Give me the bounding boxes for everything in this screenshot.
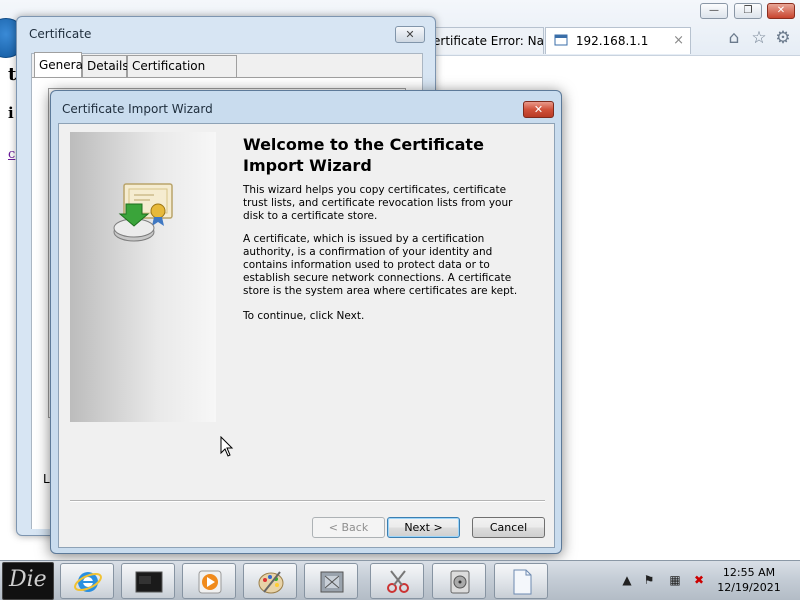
browser-maximize-button[interactable]: ❐ [734,3,762,19]
tab-close-icon[interactable]: × [673,28,684,54]
disk-icon [450,570,470,594]
certificate-import-wizard-dialog: Certificate Import Wizard ✕ Welcome to t… [50,90,562,554]
media-player-icon [198,570,222,594]
start-button-label: Die [9,567,47,592]
network-icon[interactable]: ▦ [668,573,682,587]
document-icon [513,569,532,595]
browser-close-button[interactable]: ✕ [767,3,795,19]
back-button-disabled[interactable]: < Back [312,517,385,538]
system-clock[interactable]: 12:55 AM 12/19/2021 [712,565,786,595]
internet-explorer-icon [74,572,102,592]
wizard-description-paragraph: A certificate, which is issued by a cert… [243,233,518,297]
archive-icon [320,571,344,593]
start-button[interactable]: Die [2,562,54,600]
taskbar-paint[interactable] [243,563,297,599]
wizard-continue-paragraph: To continue, click Next. [243,310,365,322]
settings-gear-icon[interactable]: ⚙ [773,28,793,48]
certificate-close-button[interactable]: ✕ [395,26,425,43]
cancel-button[interactable]: Cancel [472,517,545,538]
taskbar-internet-explorer[interactable] [60,563,114,599]
wizard-close-button[interactable]: ✕ [523,101,554,118]
favorites-star-icon[interactable]: ☆ [749,28,769,48]
wizard-title: Certificate Import Wizard [62,102,213,116]
wizard-separator [70,500,545,502]
wizard-intro-paragraph: This wizard helps you copy certificates,… [243,184,513,222]
taskbar-snipping-tool[interactable] [370,563,424,599]
wizard-side-banner [70,132,216,422]
paint-palette-icon [258,571,284,594]
taskbar-document[interactable] [494,563,548,599]
taskbar-disk-utility[interactable] [432,563,486,599]
tab-192-168-1-1[interactable]: 192.168.1.1 × [545,27,691,54]
taskbar-archive[interactable] [304,563,358,599]
tab-certification-path[interactable]: Certification Path [127,55,237,93]
page-link-fragment[interactable]: c [8,147,15,162]
tab-label: 192.168.1.1 [575,34,649,48]
tab-certificate-error[interactable]: ertificate Error: Na... [428,27,544,54]
mouse-pointer-icon [220,435,234,461]
tab-label: ertificate Error: Na... [433,34,544,48]
browser-minimize-button[interactable]: — [700,3,728,19]
taskbar-terminal[interactable] [121,563,175,599]
clock-time: 12:55 AM [722,566,776,579]
wizard-content: Welcome to the Certificate Import Wizard… [58,123,555,548]
page-icon [554,30,568,46]
tab-details[interactable]: Details [82,55,129,77]
tab-general[interactable]: General [34,52,86,77]
volume-muted-icon[interactable]: ✖ [692,573,706,587]
next-button[interactable]: Next > [387,517,460,538]
taskbar: Die ▲ ⚑ ▦ ✖ 12:55 AM 12/19/2021 [0,560,800,600]
wizard-heading: Welcome to the Certificate Import Wizard [243,135,484,175]
page-text-fragment: i [8,104,14,122]
terminal-icon [135,571,163,593]
certificate-import-icon [110,182,176,249]
home-icon[interactable]: ⌂ [724,28,744,48]
taskbar-media-player[interactable] [182,563,236,599]
action-center-flag-icon[interactable]: ⚑ [642,573,656,587]
show-hidden-icons-arrow[interactable]: ▲ [620,573,634,587]
scissors-icon [387,570,409,593]
clock-date: 12/19/2021 [717,581,781,594]
certificate-dialog-title: Certificate [29,27,92,41]
